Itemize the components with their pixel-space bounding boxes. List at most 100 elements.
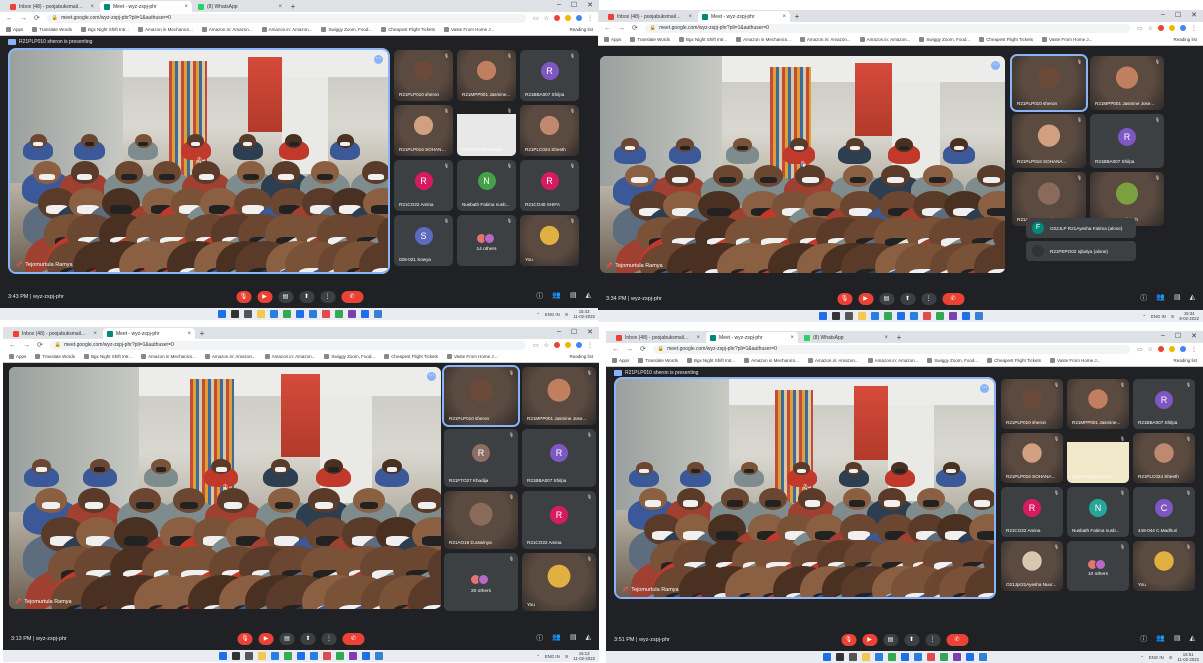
mic-toggle-button[interactable]: 🎙 — [841, 634, 856, 646]
file-explorer-icon[interactable] — [857, 312, 866, 320]
reading-list-button[interactable]: Reading list — [1173, 37, 1197, 42]
bookmark-item[interactable]: Cheapest Flight Tickets — [979, 37, 1033, 42]
bookmark-item[interactable]: Amazon.in: Amazon... — [201, 27, 253, 32]
extension-icon[interactable] — [554, 342, 560, 348]
chevron-up-icon[interactable]: ⌃ — [536, 654, 540, 659]
start-icon[interactable] — [822, 653, 831, 661]
wifi-icon[interactable]: ≋ — [565, 654, 569, 659]
wifi-icon[interactable]: ≋ — [565, 312, 569, 317]
mic-toggle-button[interactable]: 🎙 — [237, 633, 253, 645]
start-icon[interactable] — [217, 310, 226, 318]
start-icon[interactable] — [219, 652, 227, 660]
chrome-icon[interactable] — [284, 652, 292, 660]
new-tab-button[interactable]: + — [197, 328, 207, 339]
activities-button[interactable]: ◭ — [586, 291, 591, 301]
file-explorer-icon[interactable] — [256, 310, 265, 318]
mail-icon[interactable] — [896, 312, 905, 320]
participant-tile[interactable]: 🎙 R21MPP001 Jasmine... — [457, 50, 516, 101]
participant-tile[interactable]: R 🎙 R21CO22 Amina — [522, 491, 596, 549]
reading-list-button[interactable]: Reading list — [1173, 358, 1197, 363]
mic-toggle-button[interactable]: 🎙 — [837, 293, 852, 305]
tile-options-icon[interactable]: ⋯ — [991, 61, 1000, 70]
settings-icon[interactable] — [373, 310, 382, 318]
chrome-icon[interactable] — [883, 312, 892, 320]
file-explorer-icon[interactable] — [258, 652, 266, 660]
bookmark-item[interactable]: Vaste From Home J... — [443, 27, 494, 32]
participant-tile[interactable]: N 🎙 Nusbath Fatima nusb... — [1067, 487, 1129, 537]
info-button[interactable]: ⓘ — [536, 633, 543, 643]
bookmark-item[interactable]: Amazon.in: Amazon... — [807, 358, 859, 363]
menu-icon[interactable]: ⋮ — [587, 342, 593, 349]
participant-tile[interactable]: 🎙 R21PLP016 SOHANA... — [1001, 433, 1063, 483]
camera-icon[interactable]: ▭ — [533, 15, 539, 22]
participant-popup-item[interactable]: F O22JLP R21Ayesha Fatima (alone) — [1026, 218, 1136, 238]
cortana-icon[interactable] — [271, 652, 279, 660]
camera-icon[interactable]: ▭ — [1137, 346, 1143, 353]
bookmark-item[interactable]: Apps — [6, 27, 23, 32]
close-tab-icon[interactable]: × — [790, 335, 794, 341]
language-indicator[interactable]: ENG IN — [545, 654, 560, 659]
more-options-button[interactable]: ⋮ — [320, 291, 335, 303]
start-icon[interactable] — [818, 312, 827, 320]
reload-icon[interactable]: ⟳ — [632, 24, 638, 32]
browser-tab[interactable]: Inbox (48) - poojabuksmail@gmai × — [9, 328, 101, 339]
chrome2-icon[interactable] — [334, 310, 343, 318]
address-bar[interactable]: 🔒 meet.google.com/wyz-zspj-phr?pli=1&auth… — [49, 340, 526, 350]
activities-button[interactable]: ◭ — [586, 633, 591, 643]
more-options-button[interactable]: ⋮ — [925, 634, 940, 646]
people-button[interactable]: 👥 — [1156, 634, 1165, 644]
settings-icon[interactable] — [375, 652, 383, 660]
present-button[interactable]: ⬆ — [299, 291, 314, 303]
photos-icon[interactable] — [961, 312, 970, 320]
clock[interactable]: 15:34 8-02-2022 — [1179, 311, 1199, 321]
onenote-icon[interactable] — [952, 653, 961, 661]
captions-button[interactable]: ▤ — [279, 633, 295, 645]
bookmark-item[interactable]: Apps — [604, 37, 621, 42]
people-button[interactable]: 👥 — [552, 291, 561, 301]
browser-tab[interactable]: Inbox (48) - poojabuksmail@gmai × — [604, 11, 696, 22]
participant-tile[interactable]: 🎙 You — [522, 553, 596, 611]
tile-options-icon[interactable]: ⋯ — [427, 372, 436, 381]
close-tab-icon[interactable]: × — [884, 335, 888, 341]
task-view-icon[interactable] — [245, 652, 253, 660]
participant-tile[interactable]: 🎙 R21PLP010 sheron — [1001, 379, 1063, 429]
close-tab-icon[interactable]: × — [184, 4, 188, 10]
close-tab-icon[interactable]: × — [187, 331, 191, 337]
participant-tile[interactable]: 🎙 R21AO18 D.aswinya — [444, 491, 518, 549]
leave-call-button[interactable]: ✆ — [342, 633, 365, 645]
bookmark-item[interactable]: Cheapest Flight Tickets — [987, 358, 1041, 363]
store2-icon[interactable] — [321, 310, 330, 318]
bookmark-item[interactable]: Translate Words — [35, 354, 75, 359]
participant-tile[interactable]: R 🎙 R21CO48 SHIFA — [520, 160, 579, 211]
participant-tile[interactable]: R 🎙 R21FTO27 Khadija — [444, 429, 518, 487]
new-tab-button[interactable]: + — [288, 1, 298, 12]
participant-tile[interactable]: R 🎙 R21BBA007 Shilpa — [1133, 379, 1195, 429]
participant-tile[interactable]: 🎙 R21PLC024 Sheeth — [1133, 433, 1195, 483]
info-button[interactable]: ⓘ — [1140, 293, 1147, 303]
bookmark-item[interactable]: Apps — [9, 354, 26, 359]
extension-icon[interactable] — [565, 342, 571, 348]
bookmark-item[interactable]: Amazon in Mechanics... — [744, 358, 799, 363]
bookmark-item[interactable]: Cheapest Flight Tickets — [381, 27, 435, 32]
search-icon[interactable] — [831, 312, 840, 320]
task-view-icon[interactable] — [243, 310, 252, 318]
browser-tab[interactable]: (8) WhatsApp × — [800, 332, 892, 343]
forward-icon[interactable]: → — [20, 15, 27, 22]
bookmark-item[interactable]: Translate Words — [32, 27, 72, 32]
minimize-button[interactable]: – — [557, 328, 561, 336]
chat-button[interactable]: ▤ — [1174, 634, 1181, 644]
extension-icon[interactable] — [565, 15, 571, 21]
chat-button[interactable]: ▤ — [1174, 293, 1181, 303]
participant-tile[interactable]: 🎙 R21PLP010 sheron — [1067, 433, 1129, 483]
reload-icon[interactable]: ⟳ — [34, 14, 40, 22]
chat-button[interactable]: ▤ — [570, 291, 577, 301]
bookmark-item[interactable]: Swiggy Zoom, Food... — [927, 358, 978, 363]
menu-icon[interactable]: ⋮ — [1191, 25, 1197, 32]
search-icon[interactable] — [230, 310, 239, 318]
captions-button[interactable]: ▤ — [278, 291, 293, 303]
leave-call-button[interactable]: ✆ — [946, 634, 968, 646]
language-indicator[interactable]: ENG IN — [1151, 314, 1166, 319]
present-button[interactable]: ⬆ — [300, 633, 316, 645]
extension-icon[interactable] — [1158, 25, 1164, 31]
bookmark-item[interactable]: Swiggy Zoom, Food... — [324, 354, 375, 359]
